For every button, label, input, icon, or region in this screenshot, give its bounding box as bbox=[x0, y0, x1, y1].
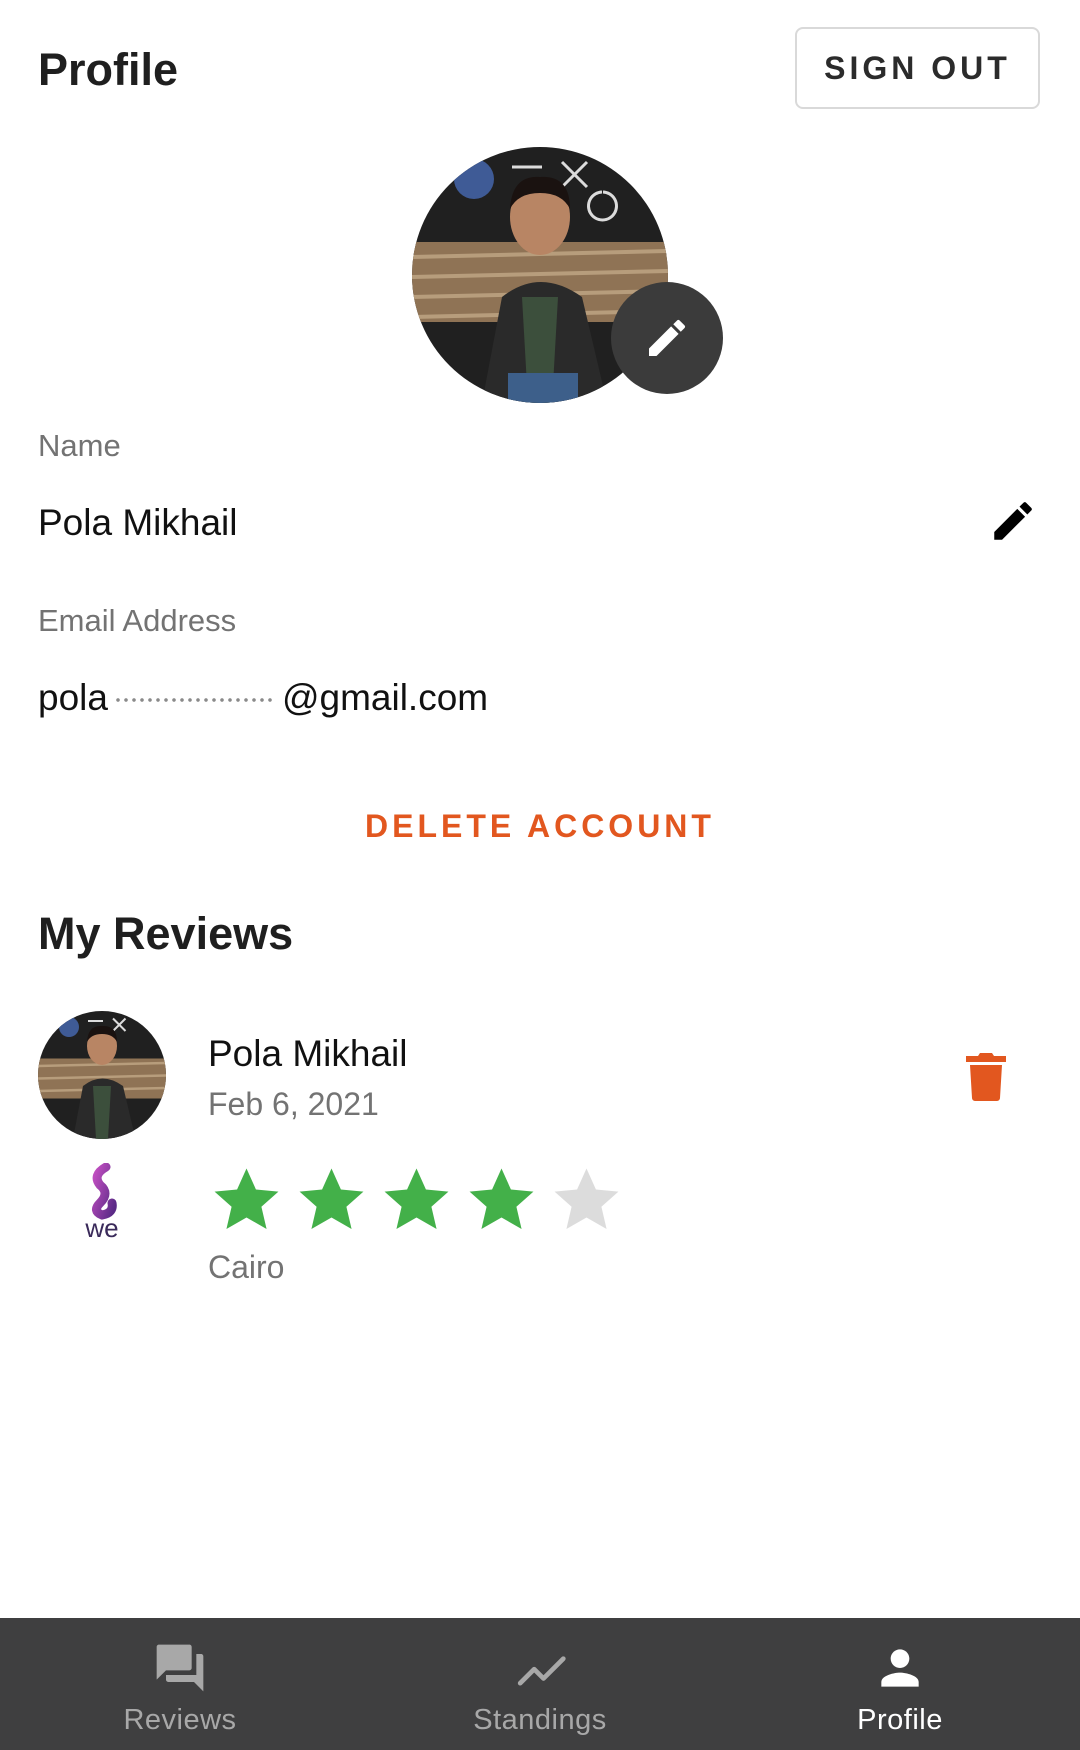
section-title-my-reviews: My Reviews bbox=[38, 908, 294, 959]
nav-standings-label: Standings bbox=[473, 1704, 607, 1736]
star-filled-icon bbox=[299, 1168, 364, 1230]
person-icon bbox=[881, 1649, 919, 1687]
sign-out-button[interactable]: SIGN OUT bbox=[795, 27, 1040, 109]
bottom-navigation: Reviews Standings Profile bbox=[0, 1618, 1080, 1750]
email-prefix: pola bbox=[38, 677, 108, 718]
review-location: Cairo bbox=[208, 1249, 285, 1285]
rating-stars bbox=[210, 1163, 623, 1236]
email-label: Email Address bbox=[38, 603, 237, 638]
pencil-icon bbox=[994, 502, 1032, 540]
edit-avatar-button[interactable] bbox=[611, 282, 723, 394]
nav-reviews[interactable]: Reviews bbox=[0, 1618, 360, 1750]
page-title: Profile bbox=[38, 44, 179, 95]
reviewer-avatar bbox=[38, 1011, 166, 1139]
trending-icon bbox=[517, 1656, 566, 1686]
we-logo-icon: we bbox=[70, 1162, 134, 1243]
email-suffix: @gmail.com bbox=[281, 677, 489, 718]
star-filled-icon bbox=[214, 1168, 279, 1230]
edit-name-button[interactable] bbox=[988, 496, 1038, 551]
email-redaction bbox=[113, 695, 276, 706]
name-label: Name bbox=[38, 428, 121, 463]
review-date: Feb 6, 2021 bbox=[208, 1086, 379, 1122]
nav-standings[interactable]: Standings bbox=[360, 1618, 720, 1750]
forum-icon bbox=[156, 1644, 204, 1692]
trash-icon bbox=[966, 1053, 1006, 1101]
star-empty-icon bbox=[554, 1168, 619, 1230]
delete-account-button[interactable]: DELETE ACCOUNT bbox=[0, 808, 1080, 845]
nav-reviews-label: Reviews bbox=[123, 1704, 237, 1736]
nav-profile-label: Profile bbox=[857, 1704, 943, 1736]
nav-profile[interactable]: Profile bbox=[720, 1618, 1080, 1750]
star-filled-icon bbox=[469, 1168, 534, 1230]
email-value: pola @gmail.com bbox=[38, 677, 488, 719]
pencil-icon bbox=[649, 319, 686, 356]
delete-review-button[interactable] bbox=[962, 1050, 1010, 1107]
star-filled-icon bbox=[384, 1168, 449, 1230]
name-value: Pola Mikhail bbox=[38, 502, 238, 543]
review-author: Pola Mikhail bbox=[208, 1033, 408, 1074]
svg-text:we: we bbox=[84, 1213, 118, 1241]
